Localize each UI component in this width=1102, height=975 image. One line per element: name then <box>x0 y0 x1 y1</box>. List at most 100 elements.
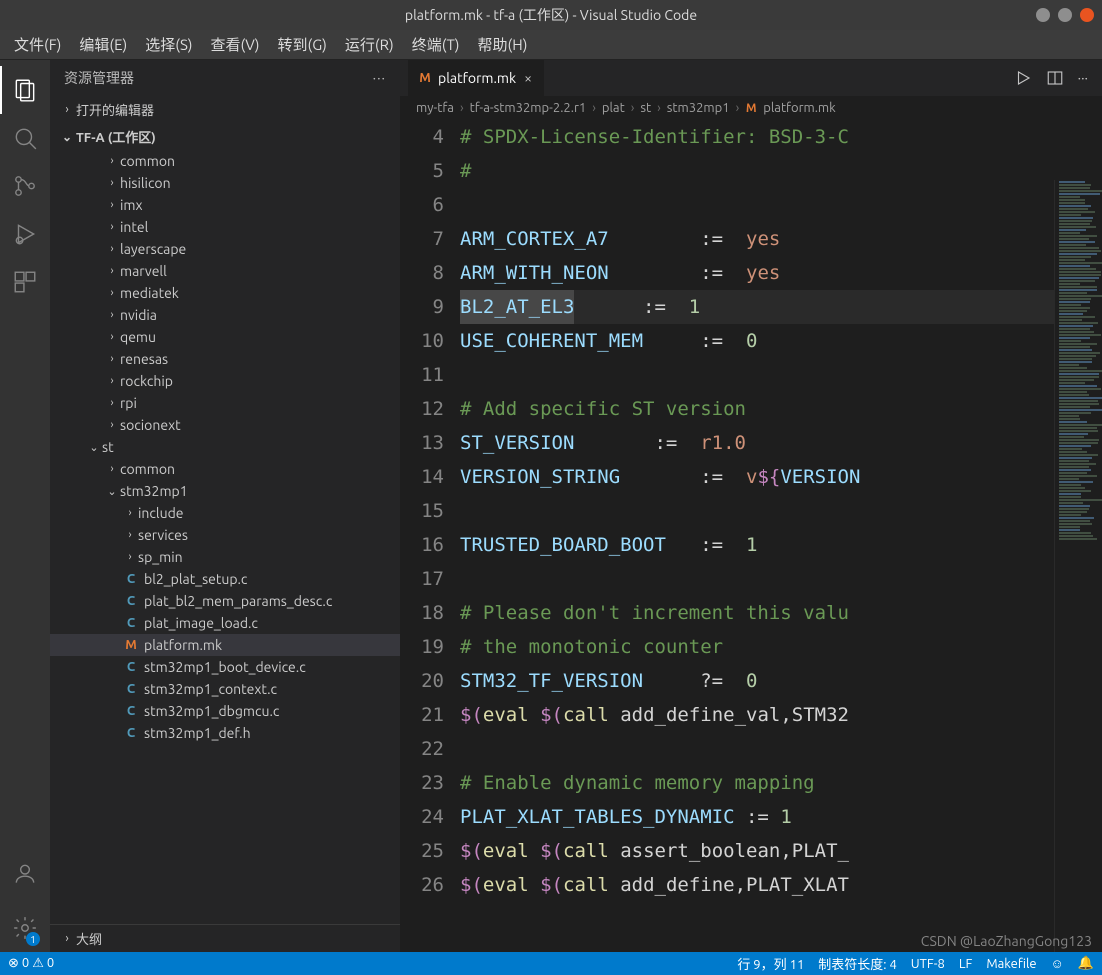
editor-area: M platform.mk × ··· my-tfa›tf-a-stm32mp-… <box>400 60 1102 952</box>
folder-item[interactable]: ›nvidia <box>50 304 400 326</box>
status-lang[interactable]: Makefile <box>986 957 1036 971</box>
folder-item[interactable]: ›marvell <box>50 260 400 282</box>
maximize-button[interactable] <box>1058 8 1072 22</box>
sidebar: 资源管理器 ··· ›打开的编辑器 ⌄TF-A (工作区) ›common›hi… <box>50 60 400 952</box>
close-icon[interactable]: × <box>522 70 534 86</box>
open-editors-section[interactable]: ›打开的编辑器 <box>50 96 400 123</box>
status-spaces[interactable]: 制表符长度: 4 <box>818 954 897 973</box>
sidebar-title: 资源管理器 ··· <box>50 60 400 96</box>
tree-label: layerscape <box>120 241 186 257</box>
menu-item[interactable]: 终端(T) <box>406 32 466 57</box>
file-item[interactable]: Cplat_image_load.c <box>50 612 400 634</box>
code-content[interactable]: # SPDX-License-Identifier: BSD-3-C#ARM_C… <box>460 120 1102 952</box>
folder-item[interactable]: ›renesas <box>50 348 400 370</box>
file-item[interactable]: Cstm32mp1_dbgmcu.c <box>50 700 400 722</box>
chevron-icon: › <box>106 375 118 387</box>
settings-icon[interactable]: 1 <box>0 904 50 952</box>
workspace-section[interactable]: ⌄TF-A (工作区) <box>50 123 400 150</box>
tree-label: bl2_plat_setup.c <box>144 571 247 587</box>
source-control-icon[interactable] <box>0 162 50 210</box>
status-eol[interactable]: LF <box>959 957 972 971</box>
tab-platform-mk[interactable]: M platform.mk × <box>408 60 545 96</box>
c-file-icon: C <box>124 572 138 586</box>
status-cursor[interactable]: 行 9，列 11 <box>737 954 804 973</box>
breadcrumb-segment[interactable]: platform.mk <box>763 101 836 115</box>
status-bell-icon[interactable]: 🔔 <box>1078 956 1094 971</box>
line-gutter: 4567891011121314151617181920212223242526 <box>400 120 460 952</box>
chevron-right-icon: › <box>60 932 74 945</box>
file-item[interactable]: Cstm32mp1_def.h <box>50 722 400 744</box>
more-icon[interactable]: ··· <box>1078 70 1088 86</box>
menu-item[interactable]: 查看(V) <box>205 32 266 57</box>
sidebar-more-icon[interactable]: ··· <box>373 70 386 86</box>
file-item[interactable]: Cstm32mp1_context.c <box>50 678 400 700</box>
folder-item[interactable]: ⌄st <box>50 436 400 458</box>
folder-item[interactable]: ›common <box>50 150 400 172</box>
menu-item[interactable]: 转到(G) <box>272 32 333 57</box>
folder-item[interactable]: ›imx <box>50 194 400 216</box>
breadcrumb-segment[interactable]: tf-a-stm32mp-2.2.r1 <box>470 101 587 115</box>
tree-label: imx <box>120 197 143 213</box>
chevron-icon: › <box>106 331 118 343</box>
tabs: M platform.mk × ··· <box>400 60 1102 96</box>
file-item[interactable]: Cstm32mp1_boot_device.c <box>50 656 400 678</box>
folder-item[interactable]: ⌄stm32mp1 <box>50 480 400 502</box>
menu-item[interactable]: 运行(R) <box>339 32 400 57</box>
folder-item[interactable]: ›intel <box>50 216 400 238</box>
code-editor[interactable]: 4567891011121314151617181920212223242526… <box>400 120 1102 952</box>
close-button[interactable] <box>1080 8 1094 22</box>
chevron-right-icon: › <box>60 103 74 116</box>
chevron-icon: › <box>124 551 136 563</box>
workspace-label: TF-A (工作区) <box>76 127 156 146</box>
window-title: platform.mk - tf-a (工作区) - Visual Studio… <box>405 5 697 25</box>
status-errors[interactable]: ⊗ 0 ⚠ 0 <box>8 956 54 971</box>
status-encoding[interactable]: UTF-8 <box>911 957 945 971</box>
breadcrumb-segment[interactable]: plat <box>602 101 625 115</box>
menu-item[interactable]: 文件(F) <box>8 32 67 57</box>
run-debug-icon[interactable] <box>0 210 50 258</box>
folder-item[interactable]: ›layerscape <box>50 238 400 260</box>
folder-item[interactable]: ›sp_min <box>50 546 400 568</box>
extensions-icon[interactable] <box>0 258 50 306</box>
folder-item[interactable]: ›socionext <box>50 414 400 436</box>
sidebar-title-label: 资源管理器 <box>64 68 134 88</box>
folder-item[interactable]: ›common <box>50 458 400 480</box>
folder-item[interactable]: ›hisilicon <box>50 172 400 194</box>
file-item[interactable]: Cbl2_plat_setup.c <box>50 568 400 590</box>
search-icon[interactable] <box>0 114 50 162</box>
minimize-button[interactable] <box>1036 8 1050 22</box>
explorer-icon[interactable] <box>0 66 50 114</box>
tree-label: mediatek <box>120 285 179 301</box>
outline-section[interactable]: ›大纲 <box>50 924 400 952</box>
breadcrumb-segment[interactable]: stm32mp1 <box>667 101 730 115</box>
accounts-icon[interactable] <box>0 850 50 898</box>
c-file-icon: C <box>124 726 138 740</box>
run-icon[interactable] <box>1014 69 1032 87</box>
menu-item[interactable]: 编辑(E) <box>73 32 133 57</box>
menu-item[interactable]: 选择(S) <box>139 32 198 57</box>
tree-label: st <box>102 439 114 455</box>
tree-label: sp_min <box>138 549 183 565</box>
menu-item[interactable]: 帮助(H) <box>472 32 534 57</box>
tree-label: rockchip <box>120 373 173 389</box>
split-editor-icon[interactable] <box>1046 69 1064 87</box>
breadcrumb-segment[interactable]: my-tfa <box>416 101 454 115</box>
folder-item[interactable]: ›rockchip <box>50 370 400 392</box>
c-file-icon: C <box>124 616 138 630</box>
folder-item[interactable]: ›qemu <box>50 326 400 348</box>
file-item[interactable]: Cplat_bl2_mem_params_desc.c <box>50 590 400 612</box>
breadcrumbs[interactable]: my-tfa›tf-a-stm32mp-2.2.r1›plat›st›stm32… <box>400 96 1102 120</box>
folder-item[interactable]: ›mediatek <box>50 282 400 304</box>
file-item[interactable]: Mplatform.mk <box>50 634 400 656</box>
tree-label: common <box>120 461 175 477</box>
tree-label: plat_image_load.c <box>144 615 258 631</box>
folder-item[interactable]: ›rpi <box>50 392 400 414</box>
folder-item[interactable]: ›services <box>50 524 400 546</box>
open-editors-label: 打开的编辑器 <box>76 100 154 119</box>
folder-item[interactable]: ›include <box>50 502 400 524</box>
breadcrumb-segment[interactable]: st <box>640 101 651 115</box>
tree-label: marvell <box>120 263 167 279</box>
chevron-icon: ⌄ <box>106 485 118 498</box>
minimap[interactable] <box>1054 180 1102 952</box>
status-feedback[interactable]: ☺ <box>1051 956 1064 971</box>
